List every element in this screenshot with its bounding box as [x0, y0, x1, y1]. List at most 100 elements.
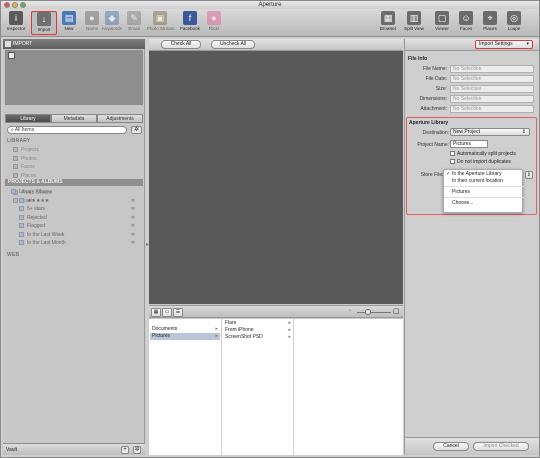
- import-device-list[interactable]: [5, 50, 143, 105]
- gear-icon[interactable]: ✲: [131, 205, 135, 213]
- album-item[interactable]: Library Albums: [11, 188, 131, 196]
- slider-knob[interactable]: [365, 309, 371, 315]
- faces-icon: [13, 164, 18, 169]
- uncheck-all-button[interactable]: Uncheck All: [211, 40, 255, 49]
- close-window-icon[interactable]: [4, 2, 10, 8]
- browser-row[interactable]: Flare ▸: [223, 320, 293, 327]
- album-item[interactable]: In the Last Month ✲: [19, 239, 139, 247]
- gear-icon[interactable]: ✲: [131, 214, 135, 222]
- browser-row[interactable]: ScreenShot PSD ▸: [223, 334, 293, 341]
- sidebar-item-projects[interactable]: Projects: [13, 146, 39, 154]
- pane-splitter-handle[interactable]: ▸: [146, 241, 149, 249]
- sidebar-item-label: Projects: [21, 147, 40, 153]
- browser-row[interactable]: Pictures ▸: [150, 333, 220, 340]
- gear-icon[interactable]: ✲: [131, 197, 135, 205]
- disclosure-triangle-icon: [11, 189, 16, 194]
- toolbar-flickr-button[interactable]: ● Flickr: [201, 11, 227, 35]
- places-pin-icon: ⌖: [483, 11, 497, 25]
- toolbar-email-button[interactable]: ✎ Email: [121, 11, 147, 35]
- store-files-popup[interactable]: ⇕: [525, 171, 533, 179]
- checkmark-icon: ✓: [446, 171, 451, 177]
- album-item[interactable]: Flagged ✲: [19, 222, 139, 230]
- library-action-button[interactable]: ✲: [131, 126, 142, 134]
- menu-item-current-location[interactable]: In their current location: [444, 178, 524, 185]
- toolbar-split-view-button[interactable]: ▥ Split View: [401, 11, 427, 35]
- browser-row-label: Flare: [225, 320, 237, 326]
- toolbar-label: Loupe: [507, 26, 521, 31]
- auto-split-checkbox[interactable]: Automatically split projects: [450, 151, 516, 158]
- gear-icon[interactable]: ✲: [131, 231, 135, 239]
- gear-icon[interactable]: ✲: [131, 222, 135, 230]
- album-item[interactable]: Rejected ✲: [19, 214, 139, 222]
- toolbar-inspector-button[interactable]: i Inspector: [3, 11, 29, 35]
- menu-item-aperture-library[interactable]: ✓ In the Aperture Library: [444, 171, 524, 178]
- toolbar-browser-button[interactable]: ▦ Browser: [375, 11, 401, 35]
- browser-row[interactable]: From iPhone ▸: [223, 327, 293, 334]
- project-name-label: Project Name:: [417, 142, 449, 148]
- chevron-updown-icon: ⇕: [526, 172, 531, 178]
- chevron-right-icon: ▸: [215, 326, 218, 332]
- photos-icon: [13, 155, 18, 161]
- album-item[interactable]: 5+ stars ✲: [19, 205, 139, 213]
- project-name-field[interactable]: Pictures: [450, 140, 488, 148]
- check-all-button[interactable]: Check All: [161, 40, 201, 49]
- toolbar-photo-stream-button[interactable]: ▣ Photo Stream: [147, 11, 175, 35]
- drive-icon[interactable]: [8, 52, 15, 59]
- grid-view-button[interactable]: ▦: [151, 308, 161, 317]
- add-vault-button[interactable]: +: [121, 446, 129, 454]
- toolbar-places-button[interactable]: ⌖ Places: [477, 11, 503, 35]
- places-icon: [13, 172, 18, 178]
- toolbar-viewer-button[interactable]: ▢ Viewer: [429, 11, 455, 35]
- filmstrip-view-button[interactable]: ▭: [162, 308, 172, 317]
- browser-row-label: Pictures: [152, 333, 171, 339]
- filmstrip-icon: ▭: [164, 309, 170, 315]
- album-item[interactable]: ★★★★★ ✲: [19, 197, 139, 205]
- browser-row[interactable]: Documents ▸: [150, 326, 220, 333]
- file-info-label: Dimensions:: [419, 96, 447, 102]
- destination-popup[interactable]: New Project ⇕: [450, 128, 530, 136]
- list-view-button[interactable]: ☰: [173, 308, 183, 317]
- sidebar-item-faces[interactable]: Faces: [13, 163, 35, 171]
- toolbar-faces-button[interactable]: ☺ Faces: [453, 11, 479, 35]
- tab-adjustments[interactable]: Adjustments: [97, 114, 143, 123]
- browser-row-label: ScreenShot PSD: [225, 334, 263, 340]
- minimize-window-icon[interactable]: [12, 2, 18, 8]
- import-checked-button[interactable]: Import Checked: [473, 442, 529, 451]
- loupe-icon: ◎: [507, 11, 521, 25]
- check-buttons-bar: Check All Uncheck All: [149, 39, 403, 51]
- toolbar-label: Flickr: [208, 26, 220, 31]
- import-settings-popup[interactable]: Import Settings ▾: [475, 40, 533, 49]
- no-duplicates-checkbox[interactable]: Do not import duplicates: [450, 159, 511, 166]
- thumbnail-size-slider[interactable]: [357, 312, 391, 313]
- gear-icon[interactable]: ✲: [131, 239, 135, 247]
- import-device-icon: [5, 41, 11, 47]
- sidebar-item-photos[interactable]: Photos: [13, 155, 37, 163]
- smart-album-icon: [19, 197, 24, 203]
- file-info-value: No Selection: [450, 105, 534, 113]
- projects-icon: [13, 147, 18, 152]
- destination-label: Destination:: [422, 130, 449, 136]
- cancel-button[interactable]: Cancel: [433, 442, 469, 451]
- toolbar-import-button[interactable]: ↓ Import: [31, 11, 57, 35]
- menu-item-pictures[interactable]: Pictures: [444, 189, 524, 196]
- keywords-tag-icon: ◆: [105, 11, 119, 25]
- import-center: Check All Uncheck All ▦ ▭ ☰ ▫ ▢ Document…: [149, 39, 403, 455]
- toolbar-loupe-button[interactable]: ◎ Loupe: [501, 11, 527, 35]
- toolbar-label: Places: [483, 26, 497, 31]
- new-folder-icon: ▤: [62, 11, 76, 25]
- vault-gear-button[interactable]: ✲: [133, 446, 141, 454]
- tab-library[interactable]: Library: [5, 114, 51, 123]
- tab-metadata[interactable]: Metadata: [51, 114, 97, 123]
- toolbar-label: Faces: [459, 26, 473, 31]
- toolbar-label: Email: [128, 26, 140, 31]
- toolbar-facebook-button[interactable]: f Facebook: [177, 11, 203, 35]
- viewer-icon: ▢: [435, 11, 449, 25]
- chevron-right-icon: ▸: [288, 320, 291, 326]
- album-label: In the Last Week: [27, 231, 65, 238]
- album-item[interactable]: In the Last Week ✲: [19, 231, 139, 239]
- album-label: In the Last Month: [27, 240, 66, 246]
- aperture-library-heading: Aperture Library: [409, 120, 449, 126]
- library-search-input[interactable]: ⌕ All Items: [7, 126, 127, 134]
- zoom-window-icon[interactable]: [20, 2, 26, 8]
- menu-item-choose[interactable]: Choose...: [444, 200, 524, 207]
